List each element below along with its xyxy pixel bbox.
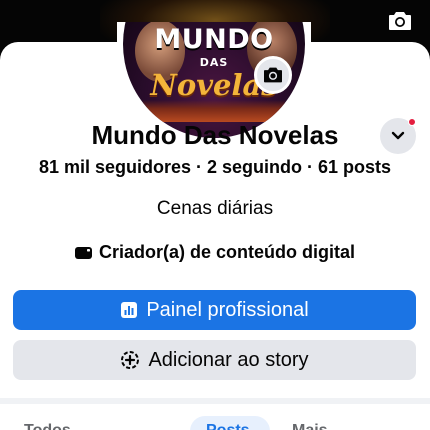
bar-chart-icon [121, 302, 138, 318]
section-divider [0, 398, 430, 404]
add-to-story-button[interactable]: Adicionar ao story [13, 340, 416, 380]
category-label: Criador(a) de conteúdo digital [98, 242, 355, 262]
professional-dashboard-button[interactable]: Painel profissional [13, 290, 416, 330]
profile-bio: Cenas diárias [156, 198, 274, 219]
tab-more[interactable]: Mais [292, 422, 328, 430]
chevron-down-icon [391, 131, 405, 140]
page-title: Mundo Das Novelas [91, 120, 339, 150]
profile-stats[interactable]: 81 mil seguidores · 2 seguindo · 61 post… [0, 157, 430, 178]
camera-icon [264, 67, 282, 83]
avatar-camera-button[interactable] [254, 56, 292, 94]
tab-posts[interactable]: Posts [206, 422, 250, 430]
profile-category: Criador(a) de conteúdo digital [0, 242, 430, 263]
avatar-skyline [143, 100, 285, 122]
tab-all[interactable]: Todos [24, 422, 71, 430]
avatar-title-line1: MUNDO [154, 24, 274, 55]
add-to-story-label: Adicionar ao story [148, 348, 309, 371]
camera-icon [389, 12, 411, 30]
notification-dot [408, 118, 416, 126]
cover-camera-button[interactable] [384, 5, 416, 37]
video-camera-icon [74, 246, 92, 259]
profile-tabs: Todos Posts Mais [0, 414, 430, 430]
professional-dashboard-label: Painel profissional [146, 298, 309, 321]
profile-card: MUNDO DAS Novelas Mundo Das Novelas 81 m… [0, 22, 430, 430]
add-story-icon [121, 351, 140, 369]
